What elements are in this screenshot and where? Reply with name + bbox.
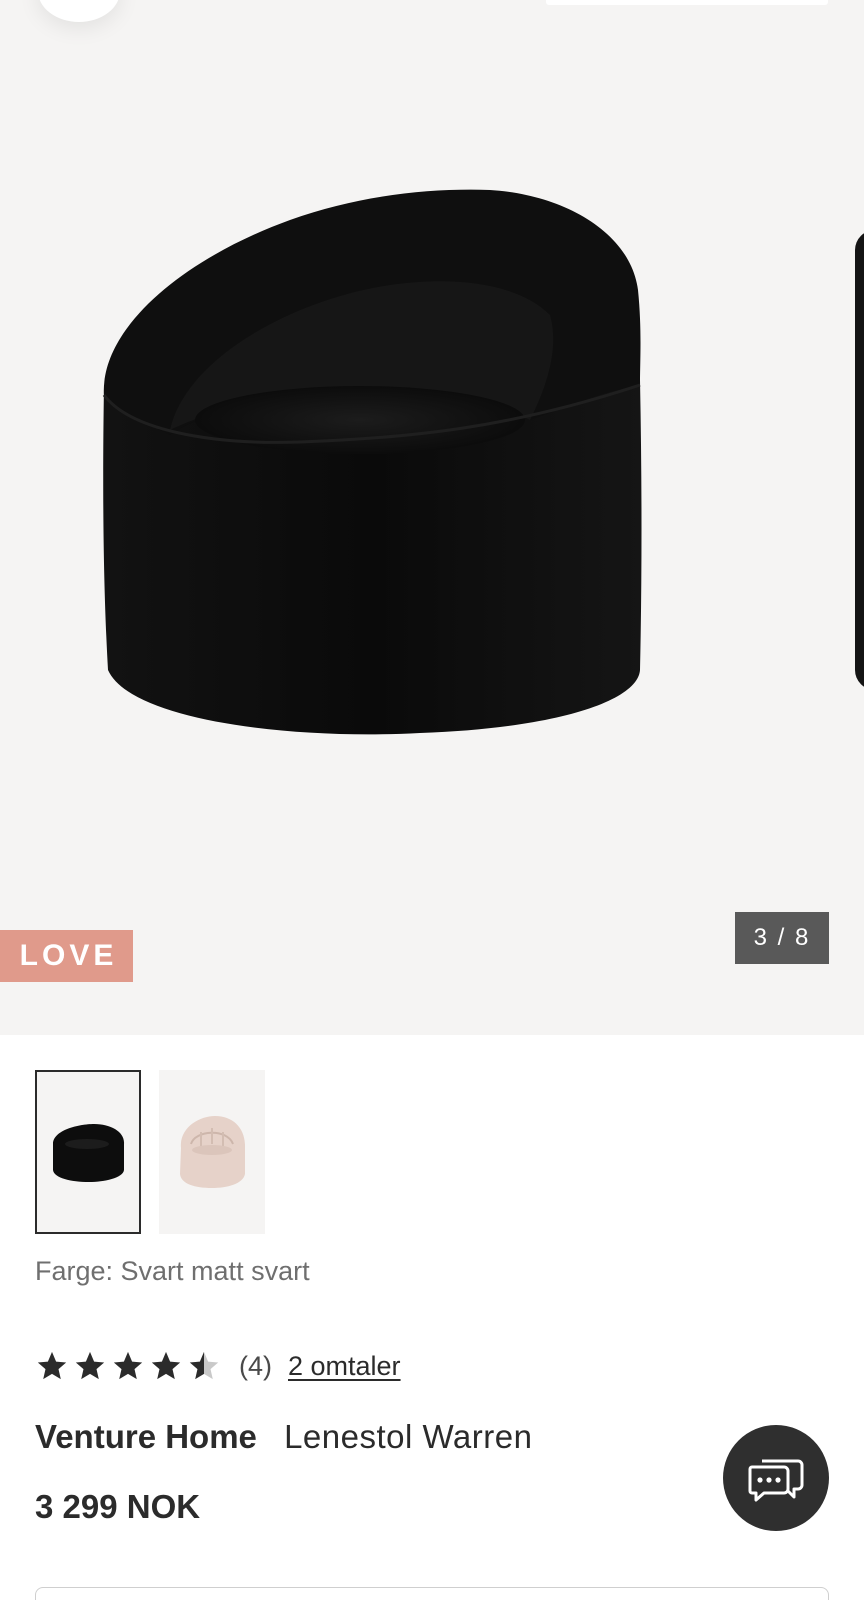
product-page: LOVE 3 / 8 Farge: Svart matt svart (4) 2… bbox=[0, 0, 864, 1600]
variant-select-box[interactable] bbox=[35, 1587, 829, 1600]
star-full-icon bbox=[37, 1351, 67, 1380]
reviews-link[interactable]: 2 omtaler bbox=[288, 1351, 401, 1382]
star-half-icon bbox=[189, 1351, 219, 1380]
product-title: Venture Home Lenestol Warren bbox=[35, 1418, 532, 1456]
product-rating: (4) 2 omtaler bbox=[35, 1344, 401, 1388]
variant-selector bbox=[35, 1070, 265, 1234]
star-full-icon bbox=[151, 1351, 181, 1380]
variant-thumb-black[interactable] bbox=[35, 1070, 141, 1234]
love-badge: LOVE bbox=[0, 930, 133, 982]
brand-name[interactable]: Venture Home bbox=[35, 1418, 257, 1455]
product-image-gallery[interactable]: LOVE 3 / 8 bbox=[0, 0, 864, 1035]
star-rating bbox=[35, 1349, 221, 1383]
star-full-icon bbox=[113, 1351, 143, 1380]
variant-thumb-beige[interactable] bbox=[159, 1070, 265, 1234]
chat-bubbles-icon bbox=[748, 1459, 804, 1502]
selected-color-label: Farge: Svart matt svart bbox=[35, 1256, 310, 1286]
image-counter: 3 / 8 bbox=[735, 912, 829, 964]
armchair-beige-thumbnail bbox=[180, 1116, 245, 1188]
star-full-icon bbox=[75, 1351, 105, 1380]
product-image-armchair-black[interactable] bbox=[90, 180, 670, 750]
header-strip bbox=[546, 0, 828, 5]
chat-button[interactable] bbox=[723, 1425, 829, 1531]
product-name: Lenestol Warren bbox=[284, 1418, 533, 1455]
product-price: 3 299 NOK bbox=[35, 1488, 201, 1525]
rating-count: (4) bbox=[239, 1350, 272, 1381]
next-image-preview[interactable] bbox=[855, 230, 864, 690]
armchair-black-thumbnail bbox=[53, 1124, 125, 1182]
back-button[interactable] bbox=[38, 0, 120, 22]
